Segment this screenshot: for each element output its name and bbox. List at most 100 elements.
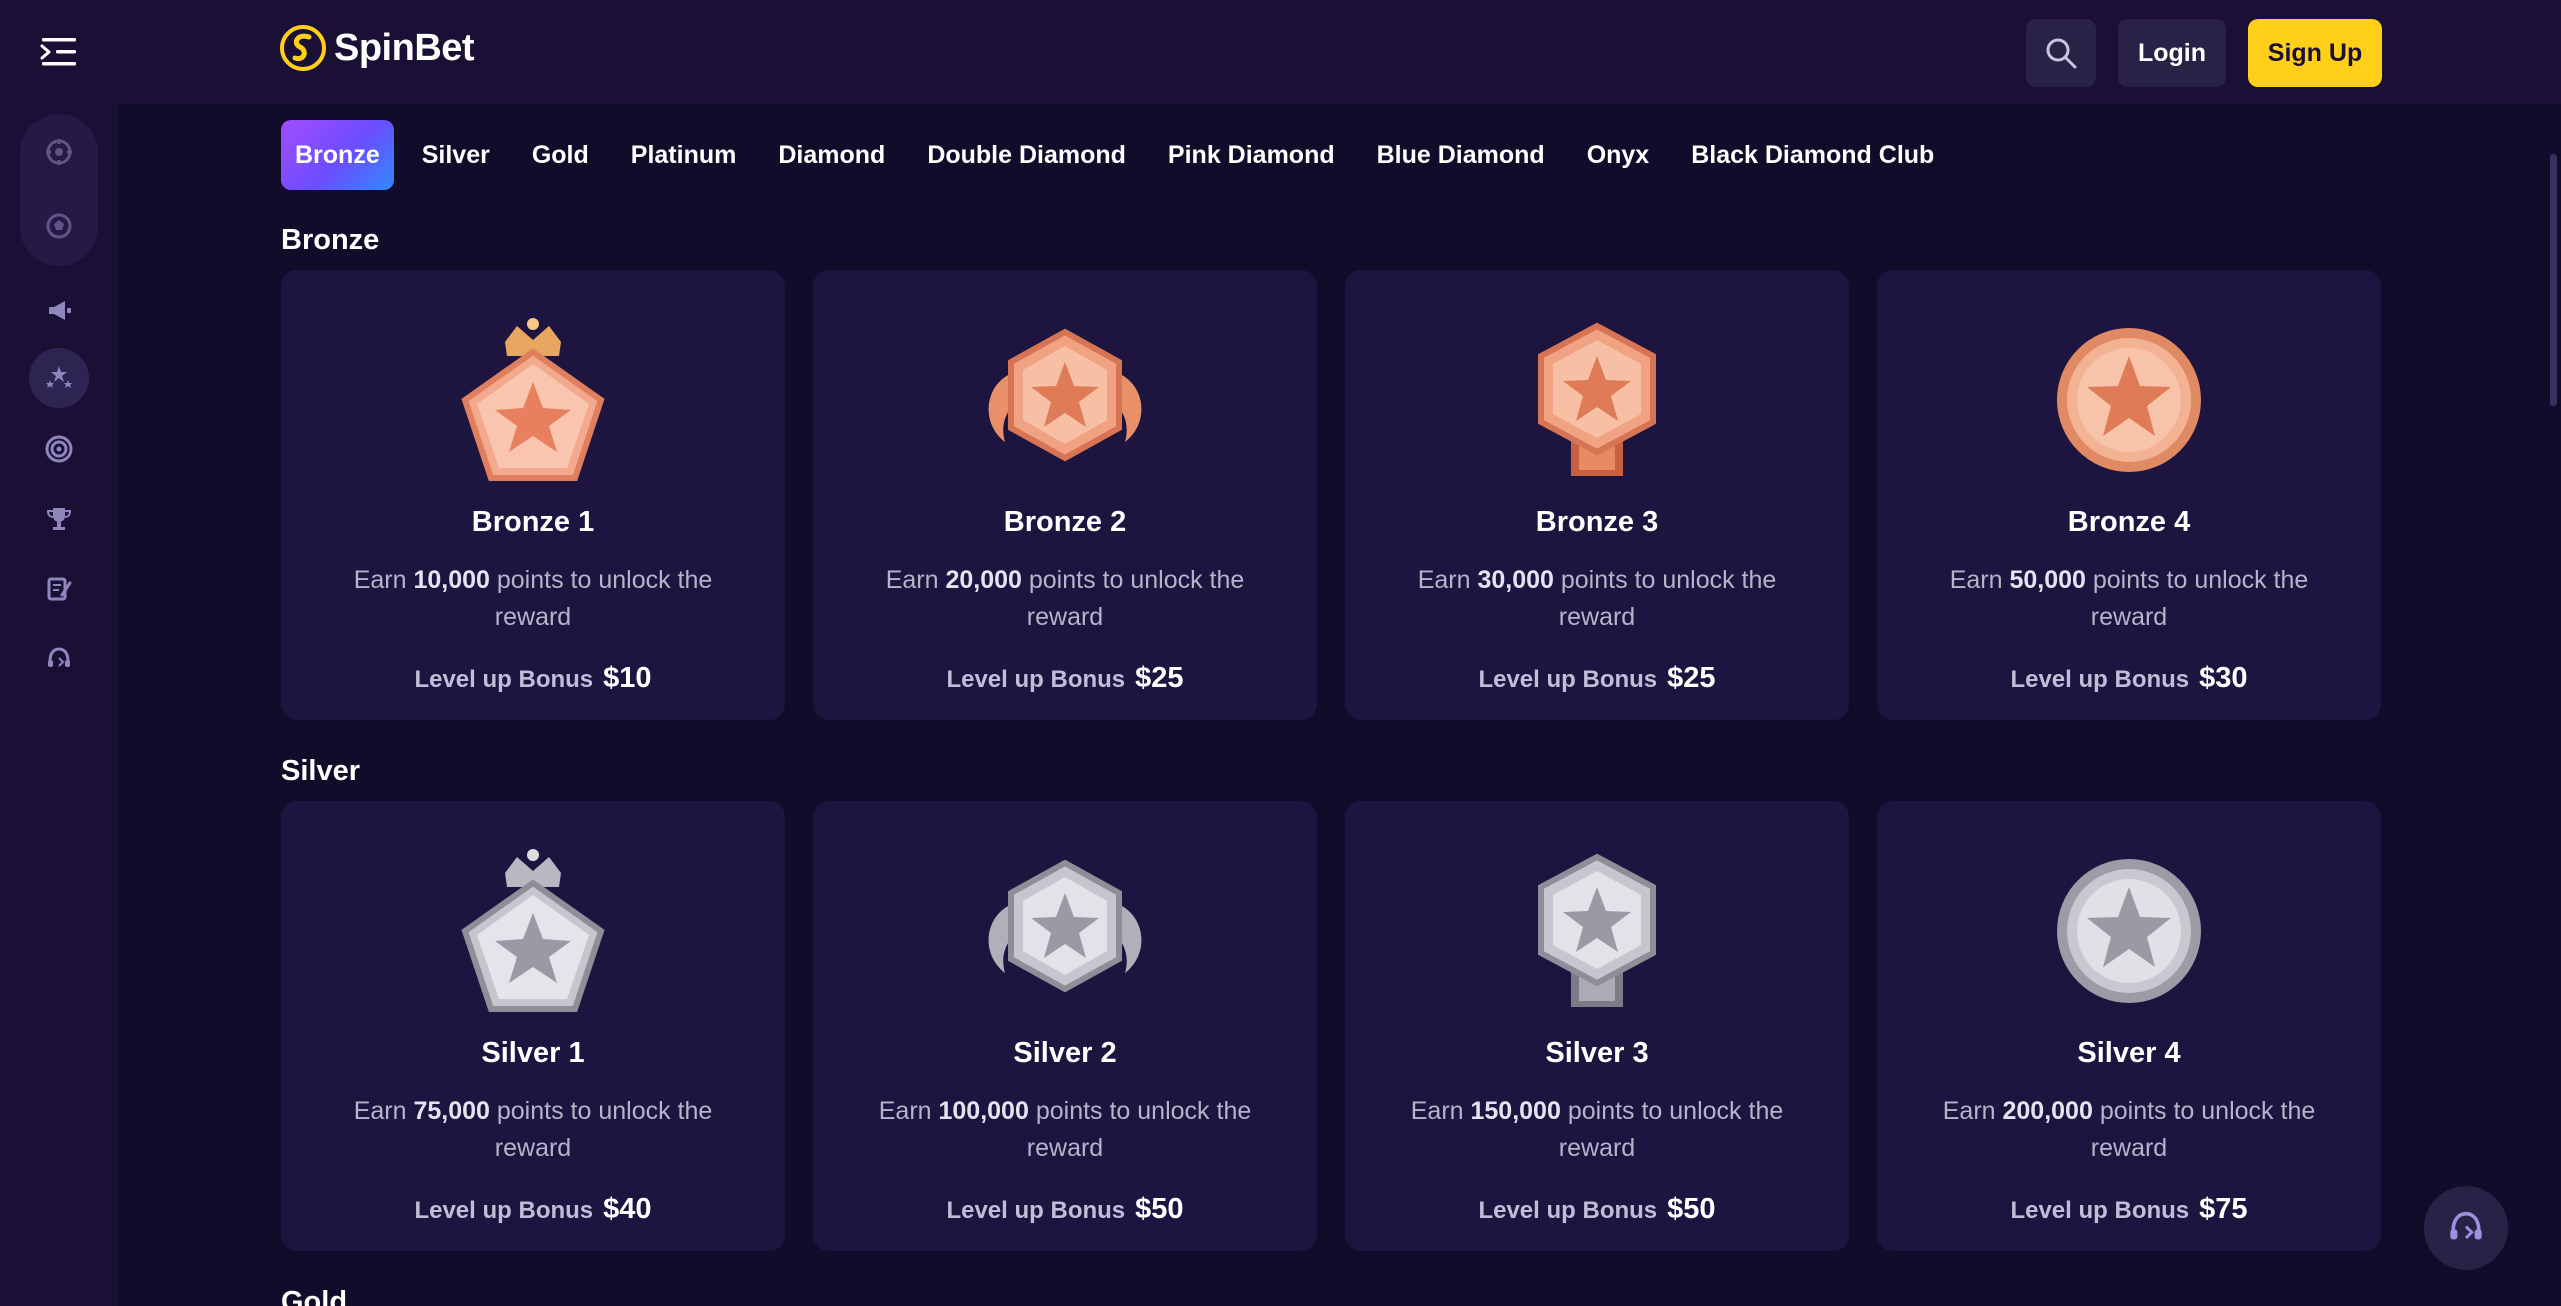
tier-card-bronze-2: Bronze 2 Earn 20,000 points to unlock th… [813, 270, 1317, 720]
crown-pentagon-badge-icon [461, 318, 605, 481]
tier-description: Earn 200,000 points to unlock the reward [1942, 1097, 2316, 1162]
section-title-bronze: Bronze [281, 224, 380, 256]
trophy-icon[interactable] [29, 489, 89, 549]
tier-name: Silver 2 [1013, 1037, 1117, 1069]
sidebar [0, 104, 118, 1306]
bonus-row: Level up Bonus $25 [1345, 662, 1849, 695]
support-headset-icon [2450, 1211, 2482, 1240]
tier-description: Earn 10,000 points to unlock the reward [353, 566, 713, 631]
points-value: 150,000 [1470, 1097, 1561, 1125]
bonus-label: Level up Bonus [2010, 1197, 2190, 1224]
ribbon-hexagon-badge-icon [1538, 322, 1656, 476]
tier-description: Earn 20,000 points to unlock the reward [885, 566, 1245, 631]
points-value: 20,000 [945, 566, 1022, 594]
bonus-value: $75 [2199, 1193, 2248, 1225]
bonus-label: Level up Bonus [2010, 666, 2190, 693]
bonus-value: $10 [603, 662, 652, 694]
tier-description: Earn 100,000 points to unlock the reward [878, 1097, 1252, 1162]
search-button[interactable] [2026, 19, 2096, 87]
points-value: 50,000 [2009, 566, 2086, 594]
winged-hexagon-badge-icon [988, 859, 1142, 993]
points-value: 100,000 [938, 1097, 1029, 1125]
ribbon-hexagon-badge-icon [1538, 853, 1656, 1007]
top-header: SpinBet Login Sign Up [0, 0, 2561, 104]
scrollbar-thumb[interactable] [2550, 154, 2557, 406]
tier-name: Bronze 3 [1535, 506, 1659, 538]
tier-card-silver-3: Silver 3 Earn 150,000 points to unlock t… [1345, 801, 1849, 1251]
tier-name: Bronze 2 [1003, 506, 1127, 538]
stars-icon[interactable] [29, 348, 89, 408]
brand-name: SpinBet [334, 26, 475, 69]
points-value: 75,000 [413, 1097, 490, 1125]
bonus-row: Level up Bonus $10 [281, 662, 785, 695]
tab-double-diamond[interactable]: Double Diamond [913, 120, 1140, 190]
tab-pink-diamond[interactable]: Pink Diamond [1154, 120, 1349, 190]
bonus-label: Level up Bonus [1478, 666, 1658, 693]
tier-card-bronze-4: Bronze 4 Earn 50,000 points to unlock th… [1877, 270, 2381, 720]
tab-silver[interactable]: Silver [408, 120, 504, 190]
signup-button[interactable]: Sign Up [2248, 19, 2382, 87]
brand-logo[interactable]: SpinBet [280, 20, 475, 76]
megaphone-icon[interactable] [29, 280, 89, 340]
tier-name: Silver 1 [481, 1037, 585, 1069]
tab-blue-diamond[interactable]: Blue Diamond [1363, 120, 1559, 190]
round-medal-badge-icon [2057, 328, 2201, 472]
bonus-value: $25 [1667, 662, 1716, 694]
sports-ball-icon[interactable] [29, 196, 89, 256]
tier-description: Earn 75,000 points to unlock the reward [353, 1097, 713, 1162]
bonus-row: Level up Bonus $25 [813, 662, 1317, 695]
bonus-row: Level up Bonus $30 [1877, 662, 2381, 695]
tab-platinum[interactable]: Platinum [617, 120, 751, 190]
section-title-silver: Silver [281, 755, 360, 787]
tab-diamond[interactable]: Diamond [764, 120, 899, 190]
tier-description: Earn 50,000 points to unlock the reward [1949, 566, 2309, 631]
tab-black-diamond-club[interactable]: Black Diamond Club [1677, 120, 1948, 190]
tab-gold[interactable]: Gold [518, 120, 603, 190]
round-medal-badge-icon [2057, 859, 2201, 1003]
page-scrollbar[interactable] [2546, 104, 2561, 1306]
bonus-label: Level up Bonus [414, 1197, 594, 1224]
tier-description: Earn 30,000 points to unlock the reward [1417, 566, 1777, 631]
login-button[interactable]: Login [2118, 19, 2226, 87]
tab-onyx[interactable]: Onyx [1573, 120, 1664, 190]
spinbet-logo-icon [280, 25, 326, 71]
points-value: 10,000 [413, 566, 490, 594]
bonus-row: Level up Bonus $50 [813, 1193, 1317, 1226]
bonus-value: $25 [1135, 662, 1184, 694]
support-chat-button[interactable] [2424, 1186, 2508, 1270]
bonus-label: Level up Bonus [946, 666, 1126, 693]
target-icon[interactable] [29, 419, 89, 479]
tier-card-silver-2: Silver 2 Earn 100,000 points to unlock t… [813, 801, 1317, 1251]
tier-description: Earn 150,000 points to unlock the reward [1410, 1097, 1784, 1162]
tier-card-silver-1: Silver 1 Earn 75,000 points to unlock th… [281, 801, 785, 1251]
crown-pentagon-badge-icon [461, 849, 605, 1012]
bonus-label: Level up Bonus [1478, 1197, 1658, 1224]
support-headset-icon[interactable] [29, 629, 89, 689]
bonus-row: Level up Bonus $40 [281, 1193, 785, 1226]
points-value: 30,000 [1477, 566, 1554, 594]
winged-hexagon-badge-icon [988, 328, 1142, 462]
bonus-row: Level up Bonus $50 [1345, 1193, 1849, 1226]
bonus-row: Level up Bonus $75 [1877, 1193, 2381, 1226]
notes-icon[interactable] [29, 559, 89, 619]
bonus-label: Level up Bonus [414, 666, 594, 693]
bonus-value: $50 [1667, 1193, 1716, 1225]
search-icon [2046, 38, 2077, 69]
casino-chip-icon[interactable] [29, 122, 89, 182]
tier-tabs: Bronze Silver Gold Platinum Diamond Doub… [281, 120, 1962, 190]
tier-card-bronze-3: Bronze 3 Earn 30,000 points to unlock th… [1345, 270, 1849, 720]
tab-bronze[interactable]: Bronze [281, 120, 394, 190]
bonus-label: Level up Bonus [946, 1197, 1126, 1224]
tier-name: Silver 3 [1545, 1037, 1649, 1069]
bonus-value: $40 [603, 1193, 652, 1225]
bonus-value: $30 [2199, 662, 2248, 694]
tier-card-silver-4: Silver 4 Earn 200,000 points to unlock t… [1877, 801, 2381, 1251]
bonus-value: $50 [1135, 1193, 1184, 1225]
section-title-gold: Gold [281, 1286, 348, 1306]
tier-name: Bronze 4 [2067, 506, 2191, 538]
menu-icon[interactable] [38, 34, 82, 70]
tier-name: Bronze 1 [471, 506, 595, 538]
points-value: 200,000 [2002, 1097, 2093, 1125]
tier-name: Silver 4 [2077, 1037, 2181, 1069]
tier-card-bronze-1: Bronze 1 Earn 10,000 points to unlock th… [281, 270, 785, 720]
